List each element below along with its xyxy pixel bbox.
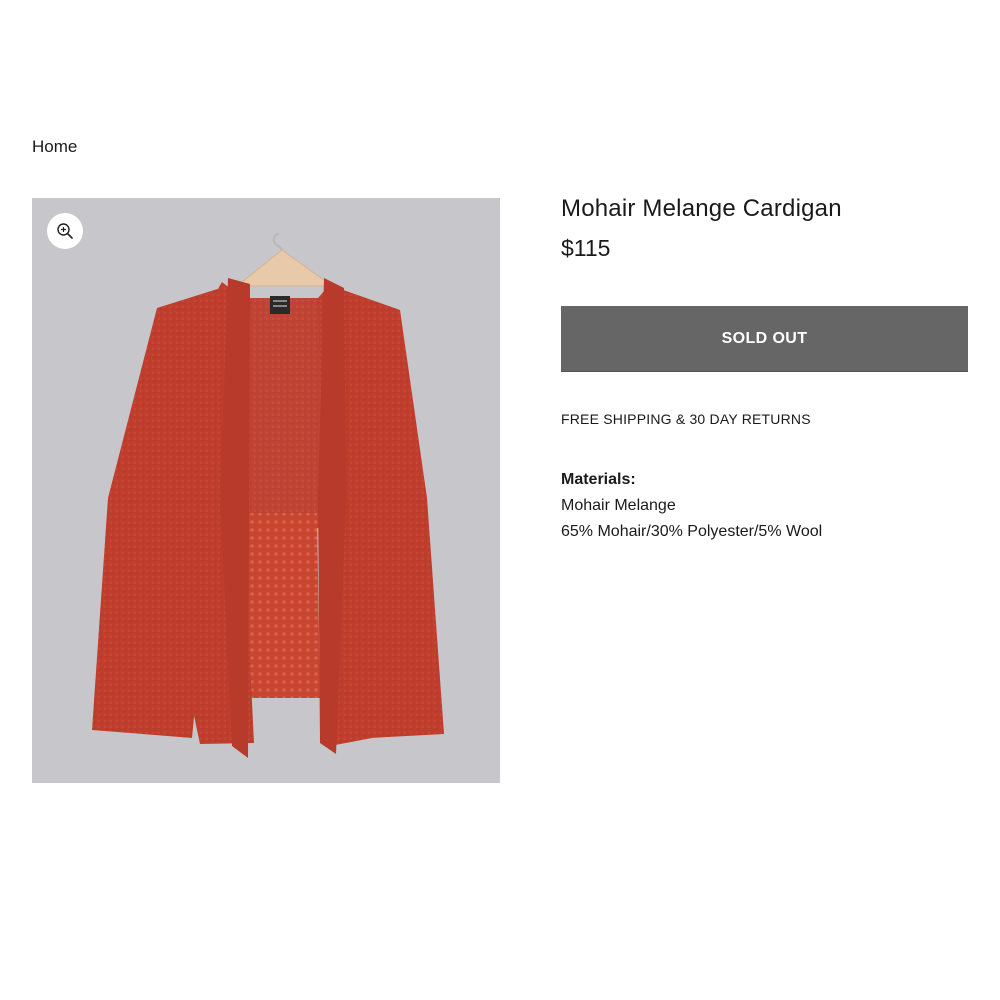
product-image-gallery[interactable]: [32, 198, 500, 783]
zoom-button[interactable]: [47, 213, 83, 249]
product-info-panel: Mohair Melange Cardigan $115 SOLD OUT FR…: [561, 194, 968, 540]
breadcrumb-home-link[interactable]: Home: [32, 136, 77, 158]
product-title: Mohair Melange Cardigan: [561, 195, 842, 222]
product-price: $115: [561, 235, 611, 261]
materials-line: Mohair Melange: [561, 497, 676, 514]
product-photo: [92, 233, 444, 758]
sold-out-button[interactable]: SOLD OUT: [561, 306, 968, 372]
materials-label: Materials:: [561, 471, 636, 488]
shipping-note: FREE SHIPPING & 30 DAY RETURNS: [561, 411, 811, 427]
materials-line: 65% Mohair/30% Polyester/5% Wool: [561, 523, 823, 540]
zoom-in-icon: [57, 223, 73, 239]
materials-section: Materials: Mohair Melange 65% Mohair/30%…: [561, 467, 822, 545]
